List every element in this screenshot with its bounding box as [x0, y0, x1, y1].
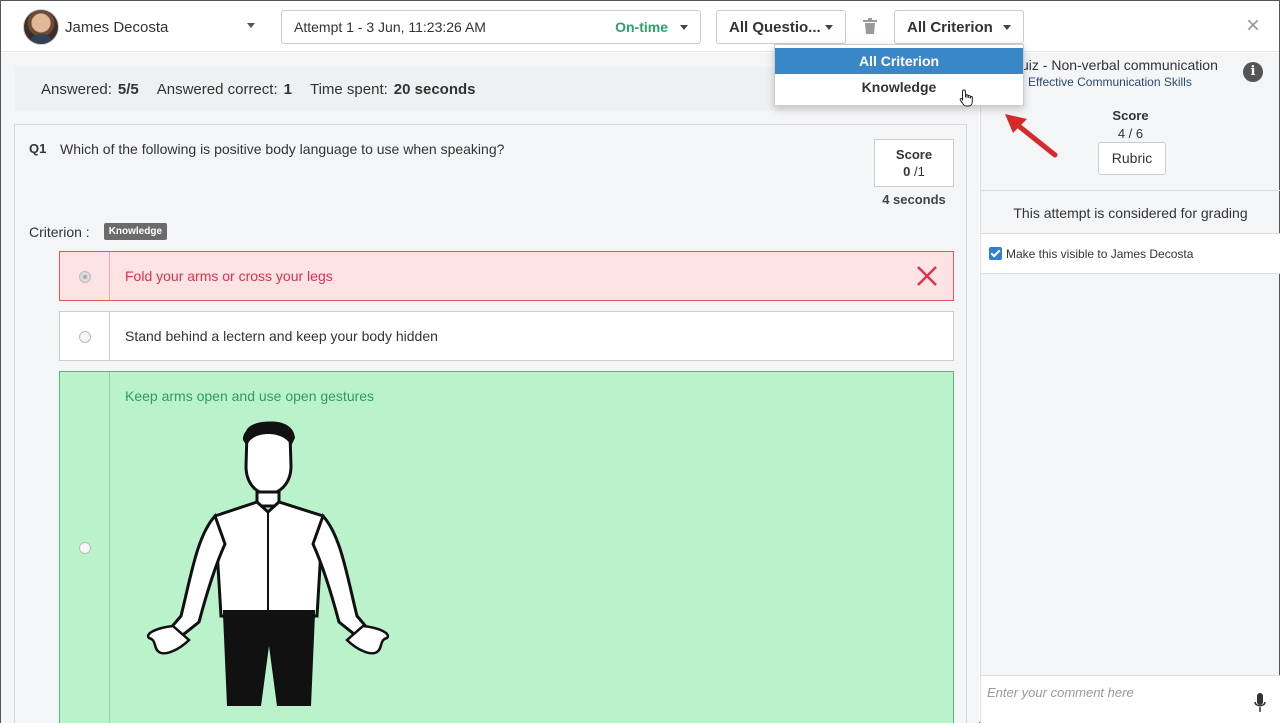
radio-column [60, 312, 110, 360]
quiz-title: uiz - Non-verbal communication [1021, 57, 1218, 73]
answered-value: 5/5 [117, 80, 139, 98]
criterion-row: Criterion : Knowledge [29, 223, 168, 240]
hand-cursor-icon [959, 89, 973, 107]
attempt-status: On-time [615, 19, 668, 35]
score-earned: 0 [903, 164, 911, 179]
chevron-down-icon [1003, 24, 1011, 30]
comment-input[interactable]: Enter your comment here [981, 675, 1280, 723]
answer-option-correct: Keep arms open and use open gestures [59, 371, 954, 723]
score-total: /1 [914, 164, 925, 179]
option-text: Fold your arms or cross your legs [125, 268, 333, 284]
answer-option: Stand behind a lectern and keep your bod… [59, 311, 954, 361]
criterion-filter[interactable]: All Criterion [894, 10, 1024, 44]
question-score-box[interactable]: Score 0 /1 [874, 139, 954, 187]
time-label: Time spent: [309, 80, 388, 98]
correct-label: Answered correct: [156, 80, 278, 98]
chevron-down-icon[interactable] [247, 23, 255, 28]
open-gesture-illustration [146, 421, 390, 706]
dropdown-item-all-criterion[interactable]: All Criterion [775, 48, 1023, 74]
visibility-label: Make this visible to James Decosta [1006, 246, 1194, 261]
answer-option-wrong: Fold your arms or cross your legs [59, 251, 954, 301]
attempt-select[interactable]: Attempt 1 - 3 Jun, 11:23:26 AM On-time [281, 10, 701, 44]
criterion-dropdown-menu: All Criterion Knowledge [774, 44, 1024, 106]
radio-column [60, 372, 110, 723]
correct-value: 1 [283, 80, 292, 98]
answered-label: Answered: [41, 80, 112, 98]
user-name: James Decosta [65, 18, 169, 36]
question-card: Q1 Which of the following is positive bo… [14, 124, 967, 723]
criterion-badge: Knowledge [103, 223, 168, 240]
attempt-label: Attempt 1 - 3 Jun, 11:23:26 AM [294, 19, 486, 35]
rubric-button[interactable]: Rubric [1098, 142, 1166, 175]
close-icon[interactable]: × [1243, 14, 1263, 38]
criterion-filter-label: All Criterion [907, 18, 993, 36]
microphone-icon[interactable] [1254, 693, 1266, 713]
radio-column [60, 252, 110, 300]
option-text: Stand behind a lectern and keep your bod… [125, 328, 438, 344]
criterion-label: Criterion : [29, 223, 90, 240]
option-radio [79, 331, 91, 343]
score-value: 0 /1 [875, 164, 953, 179]
option-radio [79, 542, 91, 554]
user-selector[interactable]: James Decosta [23, 9, 168, 45]
time-value: 20 seconds [393, 80, 476, 98]
score-title: Score [895, 147, 933, 162]
quiz-subtitle[interactable]: Effective Communication Skills [1028, 75, 1192, 89]
avatar [23, 9, 59, 45]
trash-icon[interactable] [863, 18, 877, 34]
grading-status: This attempt is considered for grading [981, 190, 1280, 234]
incorrect-x-icon [917, 266, 937, 286]
question-time: 4 seconds [882, 192, 946, 207]
question-number: Q1 [29, 141, 47, 156]
questions-filter[interactable]: All Questio... [716, 10, 846, 44]
info-icon[interactable]: i [1243, 62, 1263, 82]
dropdown-item-knowledge[interactable]: Knowledge [775, 74, 1023, 100]
chevron-down-icon [825, 24, 833, 30]
visibility-checkbox[interactable] [989, 247, 1002, 260]
top-bar: James Decosta Attempt 1 - 3 Jun, 11:23:2… [1, 1, 1279, 52]
visibility-row: Make this visible to James Decosta [981, 234, 1280, 274]
option-radio [79, 271, 91, 283]
chevron-down-icon [680, 24, 688, 30]
questions-filter-label: All Questio... [729, 18, 821, 36]
annotation-arrow-icon [1005, 114, 1058, 158]
main-content: Answered: 5/5 Answered correct: 1 Time s… [1, 53, 979, 723]
question-text: Which of the following is positive body … [60, 141, 505, 157]
